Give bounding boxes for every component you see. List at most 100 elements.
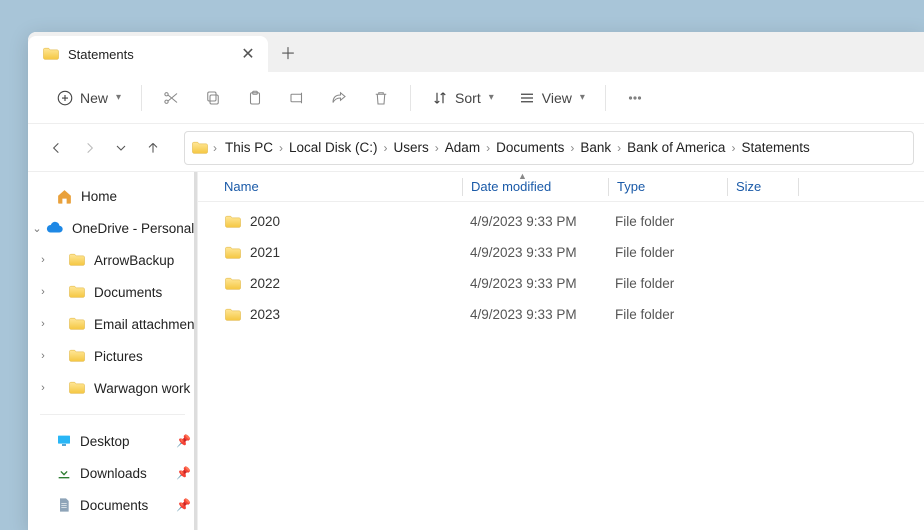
share-icon bbox=[330, 89, 348, 107]
sidebar-label: Documents bbox=[94, 285, 162, 300]
breadcrumb-item[interactable]: Users bbox=[390, 138, 433, 157]
column-name[interactable]: Name bbox=[216, 179, 462, 194]
folder-icon bbox=[224, 244, 242, 262]
chevron-right-icon[interactable]: › bbox=[36, 350, 50, 362]
sort-icon bbox=[431, 89, 449, 107]
tab-title: Statements bbox=[68, 47, 232, 62]
chevron-right-icon[interactable]: › bbox=[36, 382, 50, 394]
file-name: 2020 bbox=[250, 214, 280, 229]
sort-button[interactable]: Sort ▾ bbox=[421, 83, 504, 113]
file-name: 2022 bbox=[250, 276, 280, 291]
file-row[interactable]: 20234/9/2023 9:33 PMFile folder bbox=[198, 299, 924, 330]
breadcrumb-item[interactable]: Statements bbox=[737, 138, 813, 157]
folder-icon bbox=[191, 139, 209, 157]
forward-button[interactable] bbox=[74, 133, 104, 163]
chevron-right-icon: › bbox=[568, 141, 576, 155]
new-tab-button[interactable]: ＋ bbox=[268, 32, 308, 72]
chevron-down-icon: ▾ bbox=[580, 92, 585, 103]
sidebar-label: OneDrive - Personal bbox=[72, 221, 194, 236]
sidebar-label: Documents bbox=[80, 498, 148, 513]
sidebar-label: Downloads bbox=[80, 466, 147, 481]
sidebar-item[interactable]: ›Email attachments bbox=[28, 308, 197, 340]
cut-button[interactable] bbox=[152, 79, 190, 117]
titlebar: Statements ✕ ＋ bbox=[28, 32, 924, 72]
plus-circle-icon bbox=[56, 89, 74, 107]
copy-icon bbox=[204, 89, 222, 107]
breadcrumb-item[interactable]: Adam bbox=[441, 138, 484, 157]
file-row[interactable]: 20224/9/2023 9:33 PMFile folder bbox=[198, 268, 924, 299]
back-button[interactable] bbox=[42, 133, 72, 163]
file-date: 4/9/2023 9:33 PM bbox=[462, 276, 607, 291]
arrow-left-icon bbox=[49, 140, 65, 156]
sidebar: Home ⌄ OneDrive - Personal ›ArrowBackup›… bbox=[28, 172, 198, 530]
chevron-right-icon: › bbox=[615, 141, 623, 155]
document-icon bbox=[56, 497, 72, 513]
sidebar-quick-item[interactable]: Downloads📌 bbox=[28, 457, 197, 489]
toolbar: New ▾ Sort ▾ View ▾ bbox=[28, 72, 924, 124]
sidebar-item[interactable]: ›ArrowBackup bbox=[28, 244, 197, 276]
sidebar-item[interactable]: › Pictures bbox=[28, 340, 197, 372]
separator bbox=[40, 414, 185, 415]
paste-icon bbox=[246, 89, 264, 107]
file-row[interactable]: 20214/9/2023 9:33 PMFile folder bbox=[198, 237, 924, 268]
column-headers: Name ▲ Date modified Type Size bbox=[198, 172, 924, 202]
file-row[interactable]: 20204/9/2023 9:33 PMFile folder bbox=[198, 206, 924, 237]
new-button[interactable]: New ▾ bbox=[46, 83, 131, 113]
separator bbox=[141, 85, 142, 111]
arrow-right-icon bbox=[81, 140, 97, 156]
breadcrumb-item[interactable]: This PC bbox=[221, 138, 277, 157]
breadcrumb-item[interactable]: Local Disk (C:) bbox=[285, 138, 382, 157]
column-size[interactable]: Size bbox=[728, 179, 798, 194]
chevron-right-icon: › bbox=[484, 141, 492, 155]
chevron-down-icon[interactable]: ⌄ bbox=[30, 222, 44, 235]
breadcrumb-item[interactable]: Bank bbox=[576, 138, 615, 157]
sidebar-quick-item[interactable]: Desktop📌 bbox=[28, 425, 197, 457]
rename-icon bbox=[288, 89, 306, 107]
file-type: File folder bbox=[607, 307, 725, 322]
trash-icon bbox=[372, 89, 390, 107]
folder-icon bbox=[68, 283, 86, 301]
file-date: 4/9/2023 9:33 PM bbox=[462, 245, 607, 260]
sidebar-item[interactable]: › Documents bbox=[28, 276, 197, 308]
sidebar-item-onedrive[interactable]: ⌄ OneDrive - Personal bbox=[28, 212, 197, 244]
more-button[interactable] bbox=[616, 79, 654, 117]
downloads-icon bbox=[56, 465, 72, 481]
folder-icon bbox=[68, 315, 86, 333]
recent-dropdown[interactable] bbox=[106, 133, 136, 163]
separator bbox=[410, 85, 411, 111]
dots-icon bbox=[626, 89, 644, 107]
copy-button[interactable] bbox=[194, 79, 232, 117]
chevron-right-icon[interactable]: › bbox=[36, 286, 50, 298]
file-name: 2023 bbox=[250, 307, 280, 322]
breadcrumb[interactable]: › This PC›Local Disk (C:)›Users›Adam›Doc… bbox=[184, 131, 914, 165]
tab-close-button[interactable]: ✕ bbox=[240, 46, 256, 62]
chevron-right-icon: › bbox=[277, 141, 285, 155]
arrow-up-icon bbox=[145, 140, 161, 156]
breadcrumb-item[interactable]: Documents bbox=[492, 138, 568, 157]
breadcrumb-item[interactable]: Bank of America bbox=[623, 138, 729, 157]
chevron-down-icon bbox=[113, 140, 129, 156]
share-button[interactable] bbox=[320, 79, 358, 117]
up-button[interactable] bbox=[138, 133, 168, 163]
paste-button[interactable] bbox=[236, 79, 274, 117]
separator bbox=[605, 85, 606, 111]
folder-icon bbox=[42, 45, 60, 63]
sidebar-item[interactable]: ›Warwagon work bbox=[28, 372, 197, 404]
sidebar-label: Pictures bbox=[94, 349, 143, 364]
file-list: Name ▲ Date modified Type Size 20204/9/2… bbox=[198, 172, 924, 530]
delete-button[interactable] bbox=[362, 79, 400, 117]
column-date[interactable]: Date modified bbox=[463, 179, 608, 194]
chevron-right-icon[interactable]: › bbox=[36, 318, 50, 330]
sidebar-quick-item[interactable]: Documents📌 bbox=[28, 489, 197, 521]
view-button[interactable]: View ▾ bbox=[508, 83, 595, 113]
rename-button[interactable] bbox=[278, 79, 316, 117]
chevron-right-icon[interactable]: › bbox=[36, 254, 50, 266]
column-separator bbox=[798, 178, 799, 196]
list-icon bbox=[518, 89, 536, 107]
chevron-right-icon: › bbox=[382, 141, 390, 155]
folder-icon bbox=[68, 347, 86, 365]
column-type[interactable]: Type bbox=[609, 179, 727, 194]
pin-icon: 📌 bbox=[176, 434, 191, 448]
sidebar-item-home[interactable]: Home bbox=[28, 180, 197, 212]
tab-active[interactable]: Statements ✕ bbox=[28, 36, 268, 72]
